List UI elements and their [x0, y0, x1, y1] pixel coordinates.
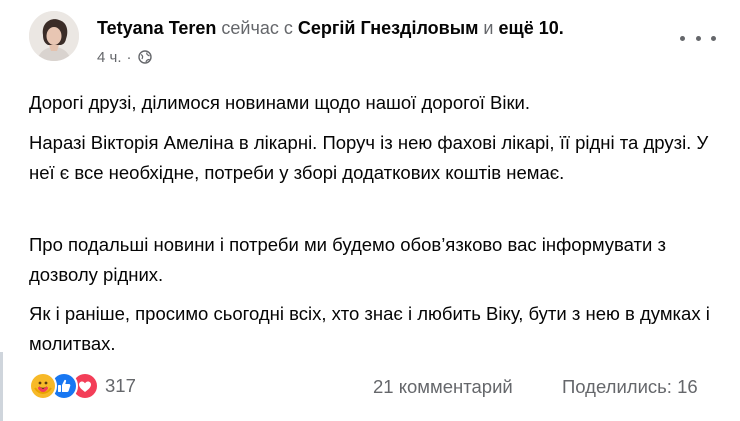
avatar-photo: [29, 11, 79, 61]
facebook-post: Tetyana Teren сейчас с Сергій Гнезділовы…: [0, 0, 740, 421]
with-prefix: сейчас с: [221, 18, 293, 38]
globe-icon[interactable]: [137, 50, 152, 64]
meta-separator: ·: [126, 48, 132, 66]
more-dot-icon: [695, 35, 701, 41]
post-paragraph: Наразі Вікторія Амеліна в лікарні. Поруч…: [29, 132, 709, 183]
more-options-button[interactable]: [680, 26, 716, 50]
post-paragraph: Дорогі друзі, ділимося новинами щодо наш…: [29, 92, 531, 113]
post-timestamp[interactable]: 4 ч.: [97, 49, 122, 66]
post-paragraph: Про подальші новини і потреби ми будемо …: [29, 234, 666, 285]
care-icon: [29, 372, 57, 400]
reactions-summary[interactable]: 317: [29, 372, 136, 400]
comments-count[interactable]: 21 комментарий: [373, 374, 513, 400]
tagged-others[interactable]: ещё 10.: [499, 18, 564, 38]
more-dot-icon: [680, 35, 685, 41]
with-and: и: [483, 18, 494, 38]
post-header: Tetyana Teren сейчас с Сергій Гнезділовы…: [97, 17, 564, 39]
tagged-person[interactable]: Сергій Гнезділовым: [298, 18, 479, 38]
author-name[interactable]: Tetyana Teren: [97, 18, 216, 38]
author-avatar[interactable]: [29, 11, 79, 61]
more-dot-icon: [711, 35, 716, 41]
post-paragraph: Як і раніше, просимо сьогодні всіх, хто …: [29, 303, 710, 354]
post-meta: 4 ч. ·: [97, 47, 152, 67]
reaction-count[interactable]: 317: [105, 375, 136, 397]
shares-count[interactable]: Поделились: 16: [562, 374, 698, 400]
